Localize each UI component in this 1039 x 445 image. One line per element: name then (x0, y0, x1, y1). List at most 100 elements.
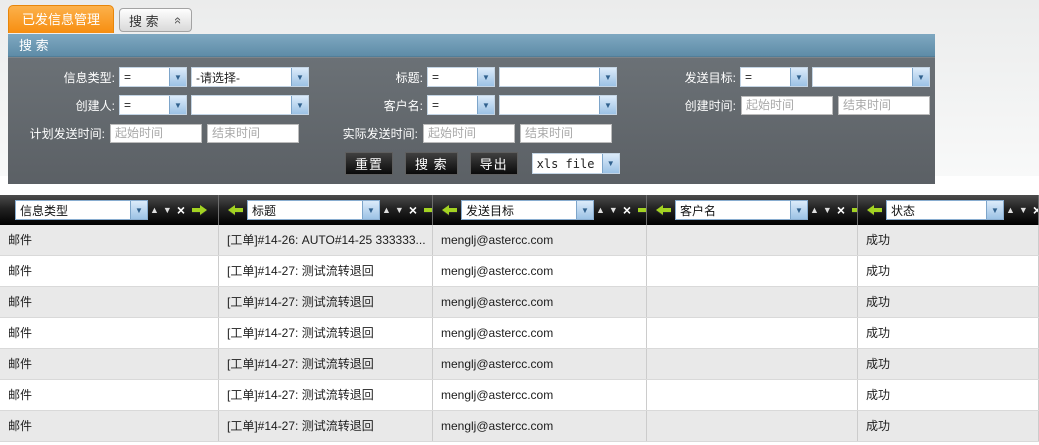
chevron-down-icon[interactable]: ▼ (169, 68, 186, 86)
tab-sent-message-management[interactable]: 已发信息管理 (8, 5, 114, 33)
search-panel: 搜 索 信息类型: = ▼ -请选择- ▼ 标题: = ▼ (8, 34, 935, 184)
table-column-header: 信息类型 ▼ ▲ ▼ × (0, 195, 219, 225)
table-header: 信息类型 ▼ ▲ ▼ × 标题 ▼ ▲ ▼ × 发送目标 ▼ ▲ ▼ × 客户名… (0, 195, 1039, 225)
sort-desc-icon[interactable]: ▼ (163, 206, 172, 215)
title-value-select[interactable]: ▼ (499, 67, 617, 87)
table-row[interactable]: 邮件 [工单]#14-27: 测试流转退回 menglj@astercc.com… (0, 349, 1039, 380)
cell-msg-type: 邮件 (0, 380, 219, 410)
remove-column-icon[interactable]: × (623, 203, 631, 217)
chevron-down-icon[interactable]: ▼ (986, 201, 1003, 219)
planned-send-end-input[interactable] (207, 124, 299, 143)
move-column-right-icon[interactable] (851, 205, 858, 216)
sort-desc-icon[interactable]: ▼ (823, 206, 832, 215)
msg-type-operator-select[interactable]: = ▼ (119, 67, 187, 87)
creator-value-select[interactable]: ▼ (191, 95, 309, 115)
cell-status: 成功 (858, 225, 1039, 255)
planned-send-start-input[interactable] (110, 124, 202, 143)
sort-asc-icon[interactable]: ▲ (596, 206, 605, 215)
export-button[interactable]: 导出 (470, 152, 518, 175)
created-time-start-input[interactable] (741, 96, 833, 115)
creator-label: 创建人: (8, 97, 115, 114)
sort-desc-icon[interactable]: ▼ (395, 206, 404, 215)
move-column-left-icon[interactable] (442, 205, 458, 216)
customer-value-select[interactable]: ▼ (499, 95, 617, 115)
creator-operator-select[interactable]: = ▼ (119, 95, 187, 115)
chevron-down-icon[interactable]: ▼ (599, 68, 616, 86)
sort-asc-icon[interactable]: ▲ (150, 206, 159, 215)
cell-msg-type: 邮件 (0, 256, 219, 286)
move-column-left-icon[interactable] (867, 205, 883, 216)
tab-search-toggle[interactable]: 搜 索 « (119, 8, 192, 32)
cell-status: 成功 (858, 287, 1039, 317)
table-row[interactable]: 邮件 [工单]#14-27: 测试流转退回 menglj@astercc.com… (0, 411, 1039, 442)
send-target-operator-select[interactable]: = ▼ (740, 67, 808, 87)
column-field-select[interactable]: 标题 ▼ (247, 200, 380, 220)
chevron-down-icon[interactable]: ▼ (602, 154, 619, 173)
chevron-down-icon[interactable]: ▼ (130, 201, 147, 219)
cell-msg-type: 邮件 (0, 349, 219, 379)
collapse-chevrons-icon[interactable]: « (172, 16, 185, 23)
cell-status: 成功 (858, 380, 1039, 410)
tab-search-label: 搜 索 (129, 11, 159, 30)
sort-desc-icon[interactable]: ▼ (1019, 206, 1028, 215)
sort-asc-icon[interactable]: ▲ (810, 206, 819, 215)
chevron-down-icon[interactable]: ▼ (790, 68, 807, 86)
remove-column-icon[interactable]: × (409, 203, 417, 217)
created-time-end-input[interactable] (838, 96, 930, 115)
cell-send-target: menglj@astercc.com (433, 225, 647, 255)
chevron-down-icon[interactable]: ▼ (477, 96, 494, 114)
move-column-right-icon[interactable] (191, 205, 207, 216)
chevron-down-icon[interactable]: ▼ (599, 96, 616, 114)
move-column-left-icon[interactable] (656, 205, 672, 216)
customer-operator-select[interactable]: = ▼ (427, 95, 495, 115)
table-column-header: 状态 ▼ ▲ ▼ × (858, 195, 1039, 225)
column-field-select[interactable]: 客户名 ▼ (675, 200, 808, 220)
title-label: 标题: (348, 69, 423, 86)
column-field-select[interactable]: 状态 ▼ (886, 200, 1004, 220)
customer-label: 客户名: (348, 97, 423, 114)
remove-column-icon[interactable]: × (837, 203, 845, 217)
cell-title: [工单]#14-27: 测试流转退回 (219, 287, 433, 317)
chevron-down-icon[interactable]: ▼ (291, 96, 308, 114)
cell-status: 成功 (858, 349, 1039, 379)
search-button[interactable]: 搜 索 (405, 152, 458, 175)
actual-send-end-input[interactable] (520, 124, 612, 143)
cell-customer (647, 411, 858, 441)
sort-desc-icon[interactable]: ▼ (609, 206, 618, 215)
remove-column-icon[interactable]: × (177, 203, 185, 217)
table-column-header: 客户名 ▼ ▲ ▼ × (647, 195, 858, 225)
remove-column-icon[interactable]: × (1033, 203, 1039, 217)
table-row[interactable]: 邮件 [工单]#14-27: 测试流转退回 menglj@astercc.com… (0, 287, 1039, 318)
title-operator-select[interactable]: = ▼ (427, 67, 495, 87)
table-row[interactable]: 邮件 [工单]#14-26: AUTO#14-25 333333... meng… (0, 225, 1039, 256)
cell-msg-type: 邮件 (0, 287, 219, 317)
column-field-select[interactable]: 发送目标 ▼ (461, 200, 594, 220)
cell-title: [工单]#14-27: 测试流转退回 (219, 318, 433, 348)
chevron-down-icon[interactable]: ▼ (169, 96, 186, 114)
export-format-select[interactable]: xls file ▼ (532, 153, 620, 174)
move-column-left-icon[interactable] (228, 205, 244, 216)
table-body: 邮件 [工单]#14-26: AUTO#14-25 333333... meng… (0, 225, 1039, 442)
sort-asc-icon[interactable]: ▲ (382, 206, 391, 215)
move-column-right-icon[interactable] (423, 205, 433, 216)
send-target-value-select[interactable]: ▼ (812, 67, 930, 87)
chevron-down-icon[interactable]: ▼ (291, 68, 308, 86)
cell-status: 成功 (858, 318, 1039, 348)
chevron-down-icon[interactable]: ▼ (790, 201, 807, 219)
chevron-down-icon[interactable]: ▼ (362, 201, 379, 219)
table-row[interactable]: 邮件 [工单]#14-27: 测试流转退回 menglj@astercc.com… (0, 318, 1039, 349)
chevron-down-icon[interactable]: ▼ (576, 201, 593, 219)
column-field-select[interactable]: 信息类型 ▼ (15, 200, 148, 220)
table-row[interactable]: 邮件 [工单]#14-27: 测试流转退回 menglj@astercc.com… (0, 380, 1039, 411)
reset-button[interactable]: 重置 (345, 152, 393, 175)
move-column-right-icon[interactable] (637, 205, 647, 216)
button-row: 重置 搜 索 导出 xls file ▼ (345, 152, 935, 175)
sort-asc-icon[interactable]: ▲ (1006, 206, 1015, 215)
chevron-down-icon[interactable]: ▼ (477, 68, 494, 86)
cell-send-target: menglj@astercc.com (433, 411, 647, 441)
cell-title: [工单]#14-26: AUTO#14-25 333333... (219, 225, 433, 255)
msg-type-value-select[interactable]: -请选择- ▼ (191, 67, 309, 87)
chevron-down-icon[interactable]: ▼ (912, 68, 929, 86)
actual-send-start-input[interactable] (423, 124, 515, 143)
table-row[interactable]: 邮件 [工单]#14-27: 测试流转退回 menglj@astercc.com… (0, 256, 1039, 287)
